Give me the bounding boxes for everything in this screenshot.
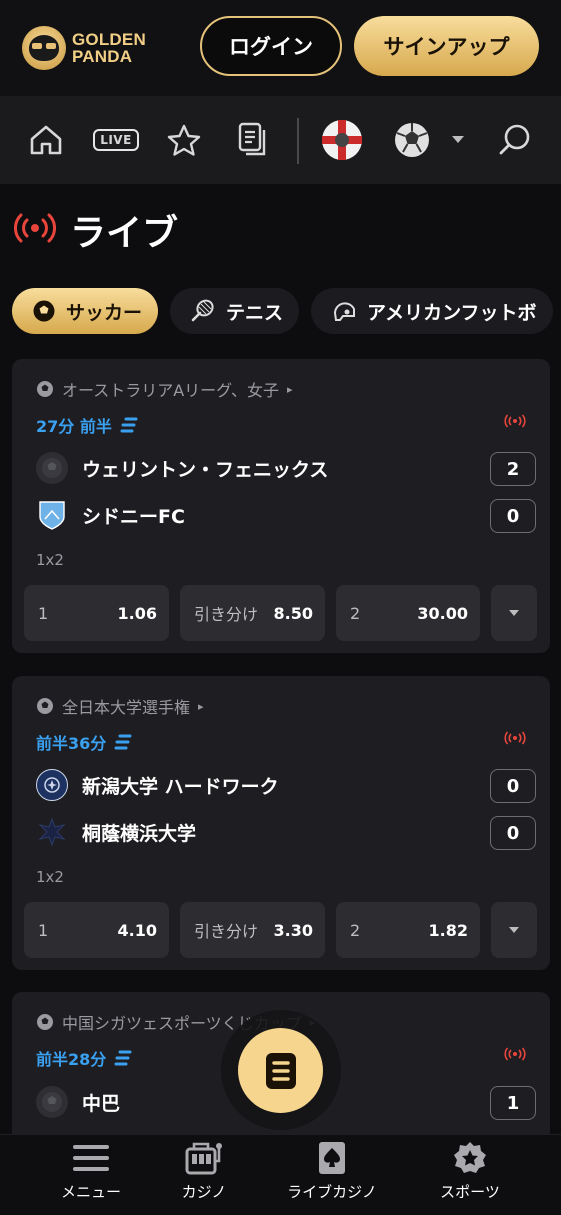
- market-label: 1x2: [36, 868, 64, 886]
- login-button[interactable]: ログイン: [200, 16, 342, 76]
- slot-machine-icon: [184, 1141, 224, 1175]
- soccer-ball-icon: [37, 381, 53, 397]
- betslip-icon: [265, 1052, 296, 1089]
- search-icon[interactable]: [491, 116, 539, 164]
- soccer-ball-icon: [33, 300, 55, 322]
- live-broadcast-icon: [504, 730, 526, 749]
- soccer-ball-icon: [37, 698, 53, 714]
- logo-line1: GOLDEN: [72, 30, 146, 49]
- team-score: 0: [490, 499, 536, 533]
- spade-card-icon: [317, 1141, 347, 1175]
- football-helmet-icon: [334, 302, 356, 321]
- golden-panda-logo[interactable]: GOLDEN PANDA: [22, 26, 200, 70]
- odds-button-draw[interactable]: 引き分け 8.50: [180, 585, 325, 641]
- live-label: LIVE: [93, 129, 139, 151]
- flag-ball-icon[interactable]: [318, 116, 366, 164]
- team-row: シドニーFC: [36, 499, 185, 531]
- odds-button-draw[interactable]: 引き分け 3.30: [180, 902, 325, 958]
- sports-badge-icon: [452, 1141, 488, 1175]
- betslip-doc-icon[interactable]: [229, 116, 277, 164]
- soccer-ball-icon: [37, 1014, 53, 1030]
- chip-label: テニス: [226, 301, 284, 324]
- team-name: シドニーFC: [82, 505, 185, 528]
- live-icon[interactable]: LIVE: [90, 116, 142, 164]
- nav-divider: [297, 118, 299, 164]
- star-icon[interactable]: [160, 116, 208, 164]
- odds-button-away[interactable]: 2 1.82: [336, 902, 480, 958]
- bottom-nav-sports[interactable]: スポーツ: [410, 1141, 530, 1202]
- bottom-nav-live-casino[interactable]: ライブカジノ: [272, 1141, 392, 1202]
- team-logo-icon: [36, 499, 68, 531]
- bottom-nav-label: スポーツ: [440, 1183, 500, 1201]
- soccer-ball-icon[interactable]: [388, 116, 436, 164]
- league-name: オーストラリアAリーグ、女子: [62, 381, 280, 400]
- live-broadcast-icon: [504, 413, 526, 432]
- live-broadcast-icon: [504, 1046, 526, 1065]
- bottom-nav-label: カジノ: [181, 1183, 227, 1201]
- odds-button-home[interactable]: 1 4.10: [24, 902, 169, 958]
- team-logo-icon: [36, 769, 68, 801]
- match-card[interactable]: 全日本大学選手権 ▸ 前半36分 新潟大学 ハードワーク 0 桐蔭横浜大学 0 …: [12, 676, 550, 970]
- team-name: 中巴: [82, 1092, 121, 1115]
- bottom-nav-bar: メニュー カジノ ライブカジノ スポーツ: [0, 1134, 561, 1215]
- team-row: ウェリントン・フェニックス: [36, 452, 328, 484]
- sport-filter-chips: サッカー テニス アメリカンフットボ: [12, 288, 561, 334]
- team-name: 新潟大学 ハードワーク: [82, 775, 279, 798]
- team-logo-icon: [36, 452, 68, 484]
- more-markets-button[interactable]: [491, 585, 537, 641]
- chip-label: サッカー: [66, 301, 143, 324]
- odds-button-away[interactable]: 2 30.00: [336, 585, 480, 641]
- odds-button-home[interactable]: 1 1.06: [24, 585, 169, 641]
- team-row: 中巴: [36, 1086, 120, 1118]
- chevron-down-icon: [509, 927, 519, 933]
- chip-tennis[interactable]: テニス: [170, 288, 300, 334]
- stats-icon: [120, 417, 138, 433]
- match-time: 27分 前半: [36, 413, 138, 437]
- team-score: 0: [490, 816, 536, 850]
- chevron-down-icon[interactable]: [436, 116, 480, 164]
- stats-icon: [114, 1050, 132, 1066]
- team-name: 桐蔭横浜大学: [82, 822, 197, 845]
- team-row: 新潟大学 ハードワーク: [36, 769, 279, 801]
- chip-soccer[interactable]: サッカー: [12, 288, 159, 334]
- more-markets-button[interactable]: [491, 902, 537, 958]
- team-row: 桐蔭横浜大学: [36, 816, 196, 848]
- chip-american-football[interactable]: アメリカンフットボ: [311, 288, 553, 334]
- tennis-racket-icon: [191, 299, 214, 322]
- page-title: ライブ: [70, 213, 179, 254]
- hamburger-menu-icon: [72, 1141, 110, 1175]
- chevron-right-icon: ▸: [287, 382, 293, 396]
- bottom-nav-label: ライブカジノ: [287, 1183, 377, 1201]
- live-page-header: ライブ: [0, 184, 561, 276]
- logo-line2: PANDA: [72, 47, 133, 66]
- match-card[interactable]: オーストラリアAリーグ、女子 ▸ 27分 前半 ウェリントン・フェニックス 2 …: [12, 359, 550, 653]
- match-time: 前半36分: [36, 730, 132, 754]
- chevron-right-icon: ▸: [198, 699, 204, 713]
- team-score: 0: [490, 769, 536, 803]
- chip-label: アメリカンフットボ: [367, 301, 537, 324]
- team-name: ウェリントン・フェニックス: [82, 458, 329, 481]
- team-logo-icon: [36, 816, 68, 848]
- bottom-nav-label: メニュー: [60, 1183, 121, 1201]
- team-logo-icon: [36, 1086, 68, 1118]
- stats-icon: [114, 734, 132, 750]
- signup-button[interactable]: サインアップ: [354, 16, 539, 76]
- home-icon[interactable]: [22, 116, 70, 164]
- chevron-down-icon: [509, 610, 519, 616]
- league-name: 全日本大学選手権: [62, 698, 191, 717]
- market-label: 1x2: [36, 551, 64, 569]
- match-time: 前半28分: [36, 1046, 132, 1070]
- team-score: 1: [490, 1086, 536, 1120]
- league-row[interactable]: 全日本大学選手権 ▸: [36, 694, 204, 718]
- panda-logo-icon: [22, 26, 66, 70]
- top-header: GOLDEN PANDA ログイン サインアップ: [0, 0, 561, 96]
- betslip-button[interactable]: [238, 1028, 323, 1113]
- team-score: 2: [490, 452, 536, 486]
- sports-nav-bar: LIVE: [0, 96, 561, 184]
- bottom-nav-casino[interactable]: カジノ: [144, 1141, 264, 1202]
- live-broadcast-icon: [14, 213, 56, 247]
- league-row[interactable]: オーストラリアAリーグ、女子 ▸: [36, 377, 293, 401]
- bottom-nav-menu[interactable]: メニュー: [31, 1141, 151, 1202]
